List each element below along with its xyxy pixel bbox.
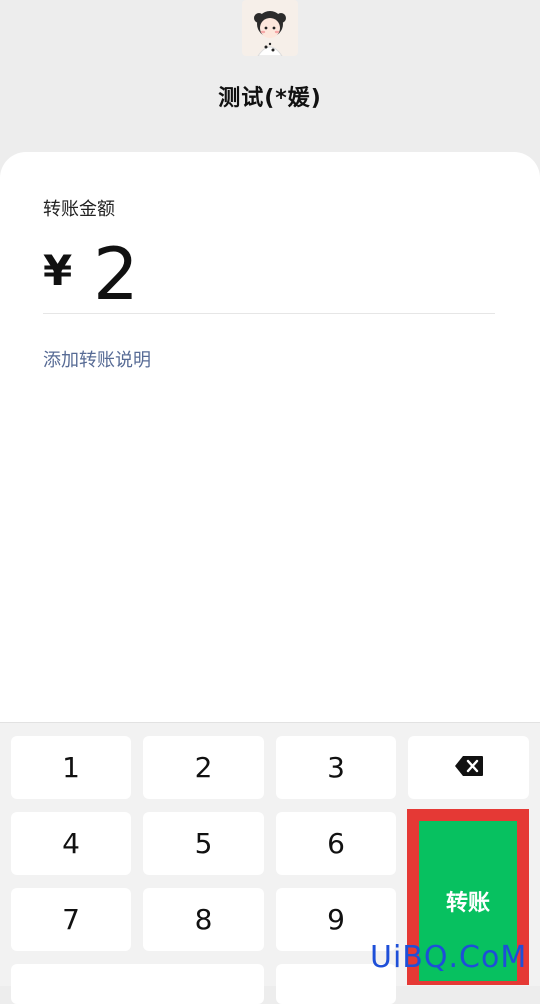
amount-value: 2 xyxy=(93,232,139,316)
key-2[interactable]: 2 xyxy=(143,736,264,799)
key-4[interactable]: 4 xyxy=(11,812,131,875)
payee-name: 测试(*媛) xyxy=(218,86,322,111)
key-0[interactable] xyxy=(11,964,264,1004)
key-6[interactable]: 6 xyxy=(276,812,396,875)
backspace-icon xyxy=(454,751,484,784)
amount-field[interactable]: ¥ 2 xyxy=(43,232,495,316)
key-7[interactable]: 7 xyxy=(11,888,131,951)
add-note-link[interactable]: 添加转账说明 xyxy=(43,346,151,372)
currency-symbol: ¥ xyxy=(43,246,73,295)
amount-divider xyxy=(43,313,495,314)
key-1[interactable]: 1 xyxy=(11,736,131,799)
key-8[interactable]: 8 xyxy=(143,888,264,951)
amount-label: 转账金额 xyxy=(43,199,115,220)
site-watermark: UiBQ.CoM xyxy=(370,940,528,975)
delete-key[interactable] xyxy=(408,736,529,799)
payee-avatar xyxy=(242,0,298,56)
transfer-card: 转账金额 ¥ 2 添加转账说明 xyxy=(0,152,540,724)
key-3[interactable]: 3 xyxy=(276,736,396,799)
key-5[interactable]: 5 xyxy=(143,812,264,875)
payee-header: 测试(*媛) xyxy=(0,0,540,170)
